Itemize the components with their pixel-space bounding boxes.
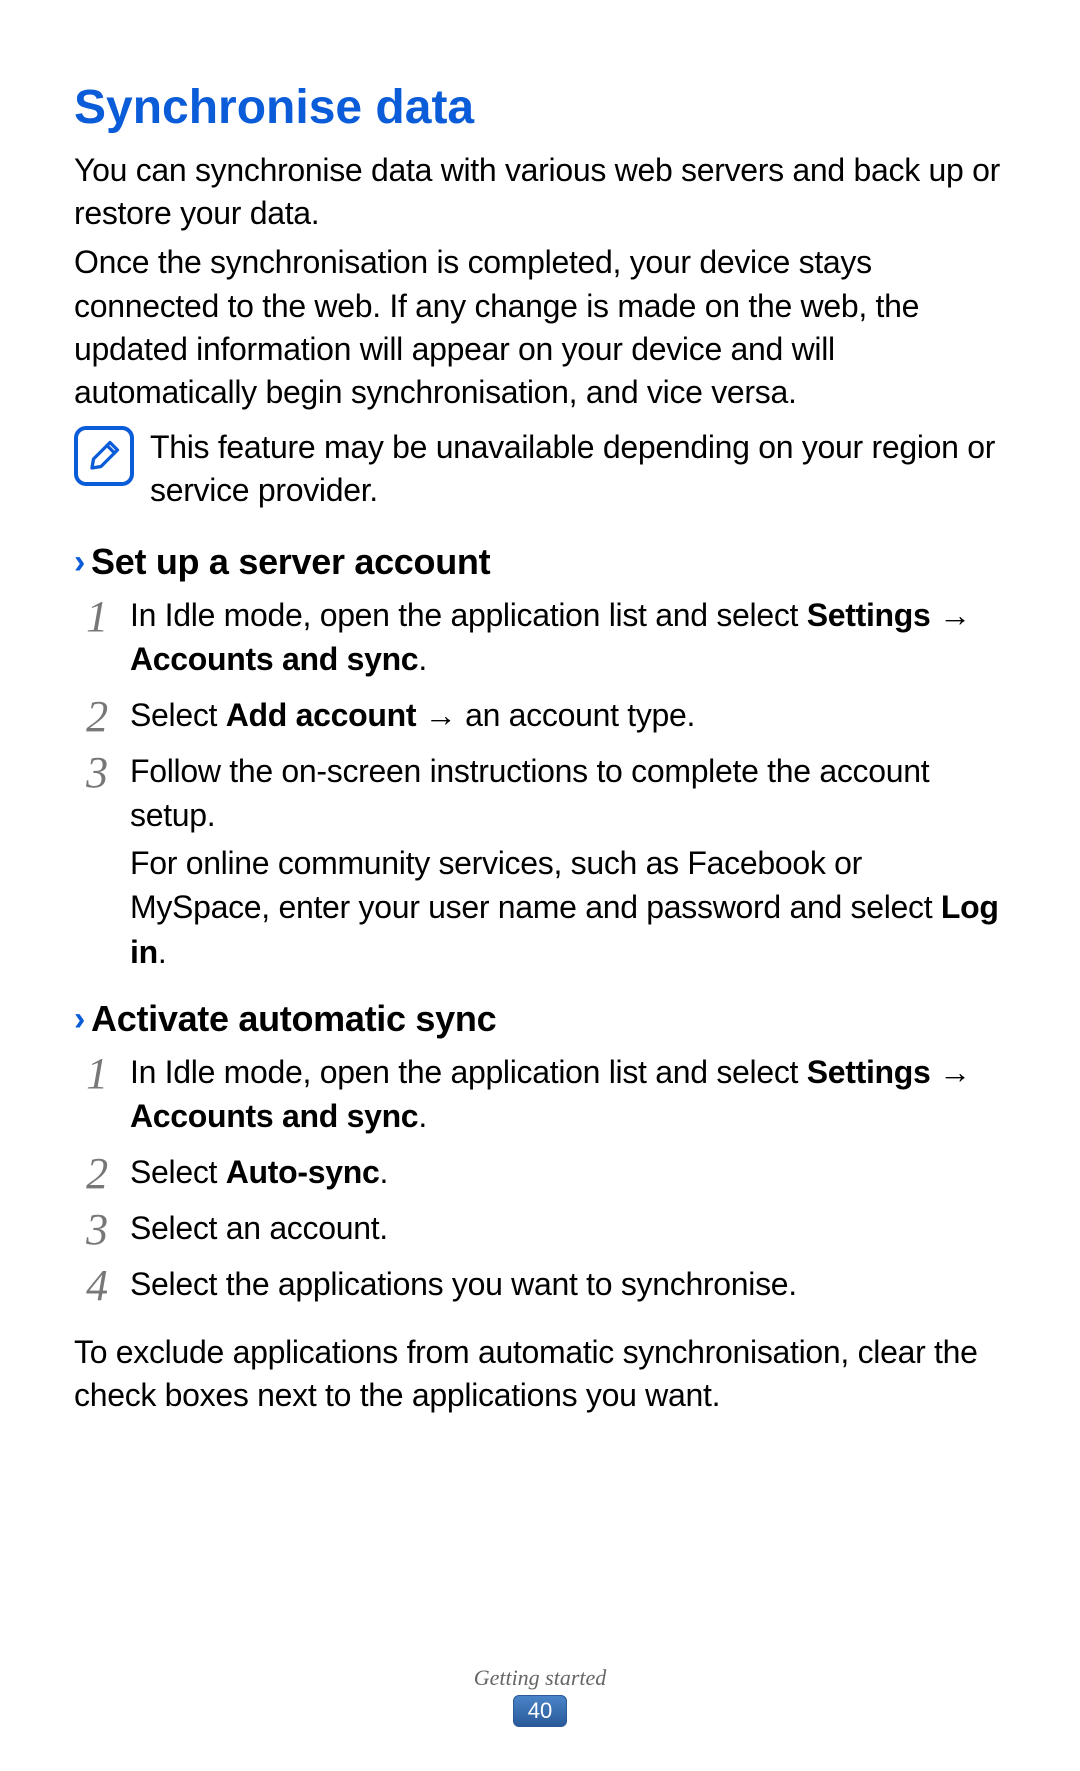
note-text: This feature may be unavailable dependin… bbox=[150, 426, 1006, 512]
step-text: . bbox=[418, 1098, 427, 1134]
section-heading-setup: ›Set up a server account bbox=[74, 541, 1006, 583]
intro-paragraph-2: Once the synchronisation is completed, y… bbox=[74, 241, 1006, 414]
step-text: In Idle mode, open the application list … bbox=[130, 597, 807, 633]
note-block: This feature may be unavailable dependin… bbox=[74, 426, 1006, 512]
step-text: Select an account. bbox=[130, 1210, 388, 1246]
step-bold: Settings bbox=[807, 1054, 931, 1090]
section-heading-autosync: ›Activate automatic sync bbox=[74, 998, 1006, 1040]
page-footer: Getting started 40 bbox=[0, 1665, 1080, 1727]
step-item: Select the applications you want to sync… bbox=[74, 1262, 1006, 1306]
section-heading-text: Set up a server account bbox=[91, 541, 490, 582]
chevron-right-icon: › bbox=[74, 1000, 85, 1038]
step-text: Follow the on-screen instructions to com… bbox=[130, 753, 929, 833]
manual-page: Synchronise data You can synchronise dat… bbox=[0, 0, 1080, 1771]
step-text: Select bbox=[130, 697, 226, 733]
step-text: . bbox=[380, 1154, 389, 1190]
step-text: For online community services, such as F… bbox=[130, 845, 941, 925]
footer-section-name: Getting started bbox=[0, 1665, 1080, 1691]
step-bold: Add account bbox=[226, 697, 416, 733]
section-heading-text: Activate automatic sync bbox=[91, 998, 496, 1039]
note-icon bbox=[74, 426, 134, 486]
step-item: Follow the on-screen instructions to com… bbox=[74, 749, 1006, 974]
step-bold: Accounts and sync bbox=[130, 1098, 418, 1134]
trailing-paragraph: To exclude applications from automatic s… bbox=[74, 1331, 1006, 1417]
step-text: Select bbox=[130, 1154, 226, 1190]
step-bold: Auto-sync bbox=[226, 1154, 380, 1190]
steps-list-setup: In Idle mode, open the application list … bbox=[74, 593, 1006, 974]
step-text: → an account type. bbox=[416, 697, 695, 733]
intro-paragraph-1: You can synchronise data with various we… bbox=[74, 149, 1006, 235]
step-text: In Idle mode, open the application list … bbox=[130, 1054, 807, 1090]
step-text: Select the applications you want to sync… bbox=[130, 1266, 797, 1302]
page-title: Synchronise data bbox=[74, 80, 1006, 135]
step-item: Select an account. bbox=[74, 1206, 1006, 1250]
step-text: . bbox=[418, 641, 427, 677]
step-bold: Settings bbox=[807, 597, 931, 633]
page-number: 40 bbox=[513, 1695, 567, 1727]
step-text: . bbox=[158, 934, 167, 970]
steps-list-autosync: In Idle mode, open the application list … bbox=[74, 1050, 1006, 1307]
step-text: → bbox=[931, 1054, 971, 1090]
step-item: In Idle mode, open the application list … bbox=[74, 593, 1006, 681]
step-text: → bbox=[931, 597, 971, 633]
step-item: In Idle mode, open the application list … bbox=[74, 1050, 1006, 1138]
step-item: Select Add account → an account type. bbox=[74, 693, 1006, 737]
step-bold: Accounts and sync bbox=[130, 641, 418, 677]
step-item: Select Auto-sync. bbox=[74, 1150, 1006, 1194]
chevron-right-icon: › bbox=[74, 543, 85, 581]
